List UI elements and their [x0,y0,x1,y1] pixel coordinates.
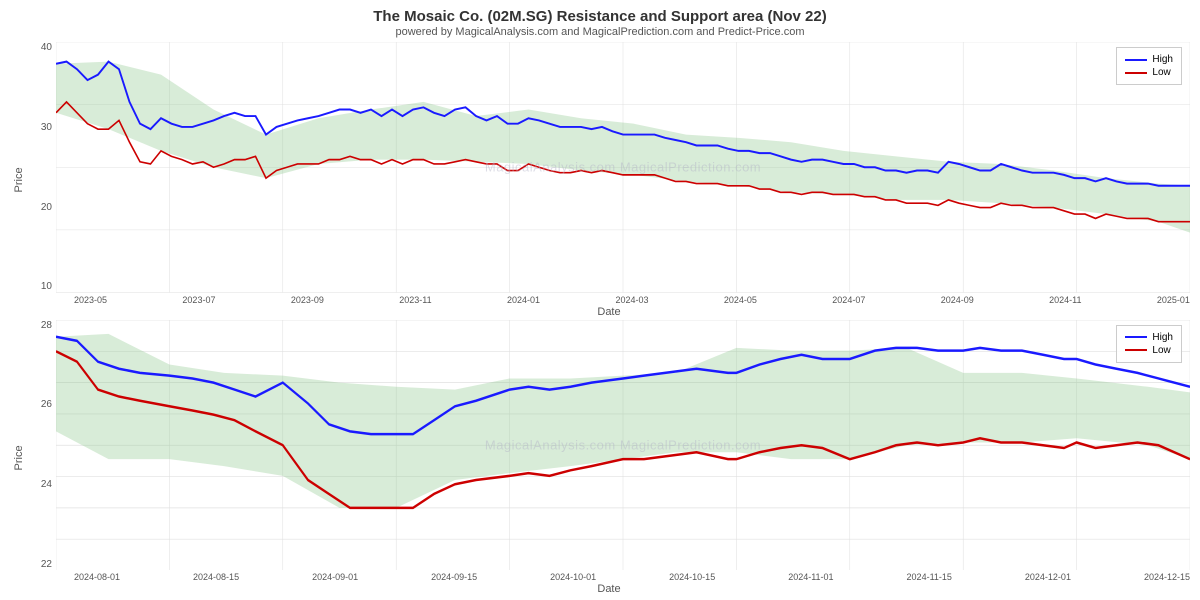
chart1-area: Price 40 30 20 10 [10,42,1190,318]
chart1-xlabels: 2023-05 2023-07 2023-09 2023-11 2024-01 … [74,293,1190,305]
chart2-xlabel: Date [28,583,1190,595]
chart2-xaxis-row: 2024-08-01 2024-08-15 2024-09-01 2024-09… [74,570,1190,582]
chart1-low-line-icon [1125,72,1147,74]
chart1-legend-high: High [1125,54,1173,65]
chart2-yticks: 28 26 24 22 [28,320,56,571]
chart2-svg-container: MagicalAnalysis.com MagicalPrediction.co… [56,320,1190,571]
chart2-svg [56,320,1190,571]
chart-subtitle: powered by MagicalAnalysis.com and Magic… [10,26,1190,38]
chart2-legend-low: Low [1125,345,1173,356]
chart2-legend: High Low [1116,325,1182,363]
chart2-legend-high: High [1125,332,1173,343]
chart2-high-label: High [1152,332,1173,343]
chart2-area: Price 28 26 24 22 [10,320,1190,596]
chart1-legend-low: Low [1125,67,1173,78]
chart1-inner-wrap: 40 30 20 10 [28,42,1190,318]
chart1-xaxis-row: 2023-05 2023-07 2023-09 2023-11 2024-01 … [74,293,1190,305]
chart1-ylabel: Price [10,42,28,318]
chart1-yticks: 40 30 20 10 [28,42,56,293]
chart1-xlabel: Date [28,306,1190,318]
chart1-svg [56,42,1190,293]
chart1-low-label: Low [1152,67,1170,78]
chart2-high-line-icon [1125,336,1147,338]
chart2-low-label: Low [1152,345,1170,356]
chart1-svg-container: MagicalAnalysis.com MagicalPrediction.co… [56,42,1190,293]
chart2-ylabel: Price [10,320,28,596]
chart2-low-line-icon [1125,349,1147,351]
chart1-legend: High Low [1116,47,1182,85]
chart1-high-line-icon [1125,59,1147,61]
chart2-inner-wrap: 28 26 24 22 [28,320,1190,596]
chart1-inner: 40 30 20 10 [28,42,1190,293]
charts-wrapper: Price 40 30 20 10 [10,42,1190,595]
chart1-high-label: High [1152,54,1173,65]
chart2-xlabels: 2024-08-01 2024-08-15 2024-09-01 2024-09… [74,570,1190,582]
chart2-inner: 28 26 24 22 [28,320,1190,571]
chart-title: The Mosaic Co. (02M.SG) Resistance and S… [10,8,1190,25]
main-container: The Mosaic Co. (02M.SG) Resistance and S… [0,0,1200,600]
